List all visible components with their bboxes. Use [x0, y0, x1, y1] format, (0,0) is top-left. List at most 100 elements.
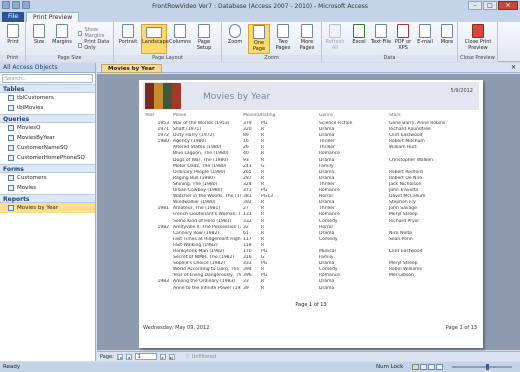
- nav-item-moviesq[interactable]: MoviesQ: [0, 123, 95, 133]
- page-setup-button[interactable]: Page Setup: [193, 24, 215, 54]
- cell-genre: Drama: [319, 261, 335, 267]
- nav-section-tables[interactable]: Tables: [0, 84, 95, 93]
- landscape-button[interactable]: Landscape: [141, 24, 169, 54]
- col-movieid: MovieID: [243, 113, 262, 118]
- save-icon[interactable]: [12, 1, 20, 9]
- print-button[interactable]: Print: [2, 24, 24, 54]
- page-number-input[interactable]: 1: [134, 353, 157, 360]
- nav-item-moviesbyyear[interactable]: MoviesByYear: [0, 133, 95, 143]
- nav-item-movies-by-year-report[interactable]: Movies by Year: [0, 203, 95, 213]
- refresh-all-button[interactable]: Refresh All: [324, 24, 346, 54]
- ribbon: Print Print Size Margins Show Margins Pr…: [0, 22, 520, 62]
- cell-stars: Nick Nolte: [389, 230, 413, 236]
- col-stars: Stars: [389, 113, 401, 118]
- nav-search-input[interactable]: Search...: [2, 74, 93, 83]
- nav-section-reports[interactable]: Reports: [0, 194, 95, 203]
- zoom-button[interactable]: Zoom: [224, 24, 246, 54]
- col-rating: Rating: [261, 113, 276, 118]
- margins-icon: [56, 24, 68, 38]
- cell-movie: Amateur, The (1981): [173, 206, 221, 212]
- cell-movieid: 316: [243, 255, 252, 261]
- cell-stars: Sean Penn: [389, 236, 413, 242]
- design-view-icon[interactable]: [436, 364, 443, 370]
- minimize-button[interactable]: –: [468, 1, 482, 10]
- query-icon: [8, 125, 14, 131]
- footer-date: Wednesday, May 09, 2012: [143, 325, 210, 331]
- more-pages-button[interactable]: More Pages: [296, 24, 318, 54]
- nav-section-queries[interactable]: Queries: [0, 114, 95, 123]
- form-icon: [8, 185, 14, 191]
- columns-button[interactable]: Columns: [169, 24, 191, 54]
- close-document-icon[interactable]: ✕: [511, 64, 516, 71]
- export-excel-button[interactable]: Excel: [348, 24, 370, 54]
- more-pages-icon: [301, 24, 313, 38]
- show-margins-checkbox[interactable]: Show Margins: [78, 27, 113, 39]
- cell-genre: Drama: [319, 230, 335, 236]
- nav-section-forms[interactable]: Forms: [0, 164, 95, 173]
- zoom-slider[interactable]: [452, 364, 512, 370]
- cell-movieid: 118: [243, 242, 252, 248]
- filter-status[interactable]: ▽ Unfiltered: [186, 354, 216, 360]
- group-page-size: Size Margins Show Margins Print Data Onl…: [26, 22, 114, 62]
- portrait-button[interactable]: Portrait: [117, 24, 139, 54]
- nav-header[interactable]: All Access Objects: [0, 63, 95, 73]
- report-date: 5/9/2012: [450, 88, 473, 94]
- quick-access-toolbar: [2, 1, 30, 9]
- tab-file[interactable]: File: [2, 12, 25, 22]
- nav-item-customers-form[interactable]: Customers: [0, 173, 95, 183]
- nav-item-tblmovies[interactable]: tblMovies: [0, 103, 95, 113]
- preview-area[interactable]: Movies by Year 5/9/2012 Year Movie Movie…: [97, 74, 520, 350]
- zoom-slider-knob[interactable]: [486, 364, 489, 370]
- print-preview-view-icon[interactable]: [412, 364, 419, 370]
- report-icon: [8, 205, 14, 211]
- nav-item-customernamesq[interactable]: CustomerNameSQ: [0, 143, 95, 153]
- first-page-button[interactable]: |◂: [116, 353, 123, 360]
- export-pdf-xps-button[interactable]: PDF or XPS: [392, 24, 414, 54]
- cell-movie: Motor Dadz, The (1980): [173, 163, 227, 169]
- num-lock-indicator: Num Lock: [376, 364, 404, 370]
- two-pages-button[interactable]: Two Pages: [272, 24, 294, 54]
- nav-item-movies-form[interactable]: Movies: [0, 183, 95, 193]
- cell-rating: G: [261, 255, 265, 261]
- cell-stars: Richard Pryor: [389, 218, 420, 224]
- cell-movie: Watcher in the Woods, The (1980): [173, 194, 241, 200]
- tab-movies-by-year[interactable]: Movies by Year: [101, 64, 162, 73]
- status-bar: Ready Num Lock: [0, 362, 520, 372]
- cell-rating: R: [261, 285, 265, 291]
- cell-rating: R: [261, 169, 265, 175]
- nav-item-tblcustomers[interactable]: tblCustomers: [0, 93, 95, 103]
- next-page-button[interactable]: ▸: [159, 353, 166, 360]
- cell-movieid: 241: [243, 163, 252, 169]
- size-button[interactable]: Size: [28, 24, 50, 54]
- undo-icon[interactable]: [22, 1, 30, 9]
- layout-view-icon[interactable]: [428, 364, 435, 370]
- report-view-icon[interactable]: [420, 364, 427, 370]
- print-data-only-checkbox[interactable]: Print Data Only: [78, 39, 113, 51]
- cell-movieid: 170: [243, 248, 252, 254]
- footer-page: Page 1 of 13: [445, 325, 477, 331]
- report-rows: 1953 War of the Worlds (1953) 379 PG Science…: [143, 121, 479, 292]
- cell-stars: Christopher Walken: [389, 157, 433, 163]
- cell-genre: Drama: [319, 200, 335, 206]
- nav-item-customerhomephonesq[interactable]: CustomerHomePhoneSQ: [0, 153, 95, 163]
- cell-movie: Windwalker (1980): [173, 200, 216, 206]
- export-text-file-button[interactable]: Text File: [370, 24, 392, 54]
- query-icon: [8, 155, 14, 161]
- prev-page-button[interactable]: ◂: [125, 353, 132, 360]
- close-print-preview-button[interactable]: Close Print Preview: [462, 24, 494, 54]
- cell-genre: Drama: [319, 127, 335, 133]
- cell-movie: Raging Bull (1980): [173, 175, 215, 181]
- query-icon: [8, 135, 14, 141]
- maximize-button[interactable]: □: [483, 1, 497, 10]
- tab-print-preview[interactable]: Print Preview: [26, 12, 80, 22]
- margins-button[interactable]: Margins: [51, 24, 73, 54]
- cell-movie: Amityville II: The Possession (1982): [173, 224, 241, 230]
- document-tabs: Movies by Year ✕: [97, 63, 520, 73]
- magnifier-icon: [229, 24, 241, 38]
- close-window-button[interactable]: ✕: [498, 1, 518, 10]
- one-page-button[interactable]: One Page: [248, 24, 270, 54]
- report-header: Movies by Year 5/9/2012: [143, 82, 479, 110]
- email-button[interactable]: E-mail: [414, 24, 436, 54]
- more-export-button[interactable]: More: [436, 24, 458, 54]
- last-page-button[interactable]: ▸|: [168, 353, 175, 360]
